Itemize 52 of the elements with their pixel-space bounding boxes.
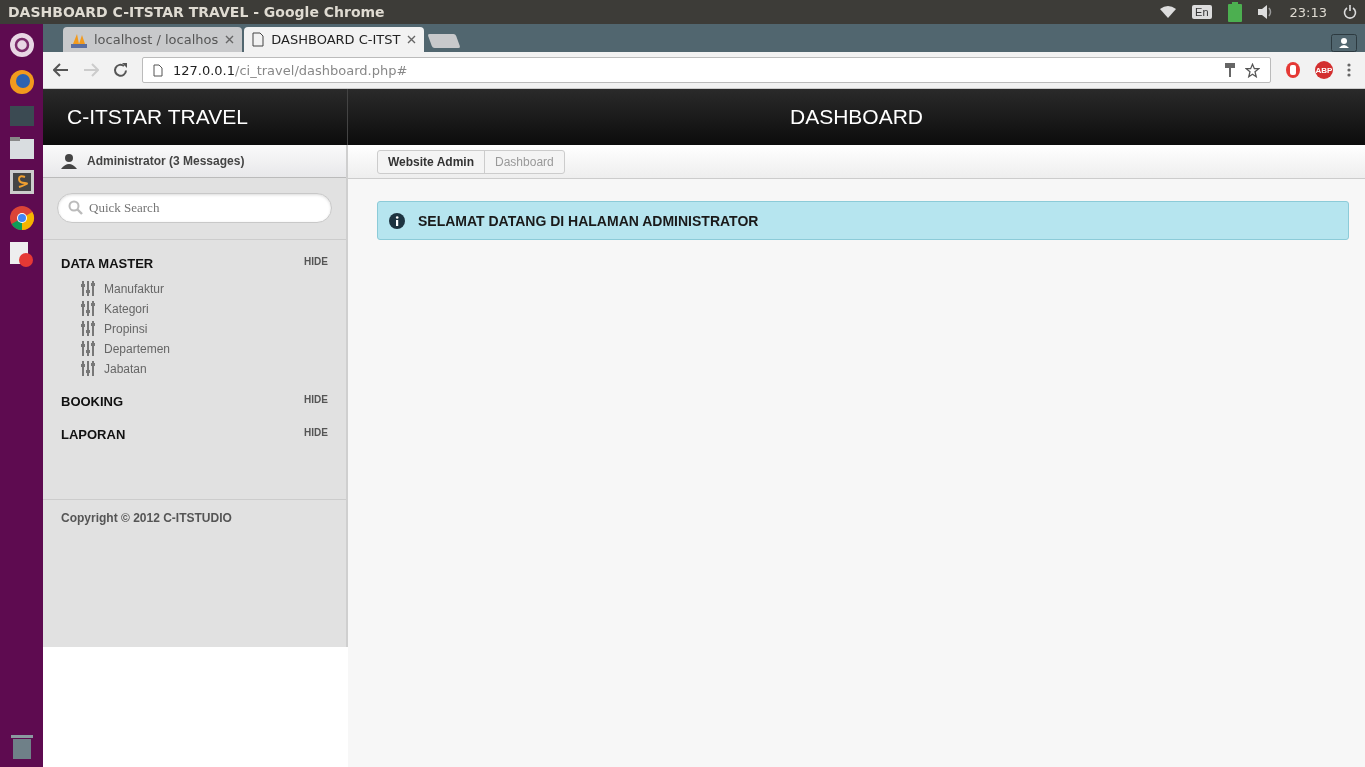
sidebar-item[interactable]: Propinsi <box>104 321 148 336</box>
sliders-icon <box>81 361 95 376</box>
back-arrow-icon[interactable] <box>53 63 69 77</box>
window-title: DASHBOARD C-ITSTAR TRAVEL - Google Chrome <box>8 4 385 20</box>
sliders-icon <box>81 321 95 336</box>
reload-icon[interactable] <box>113 62 128 78</box>
hide-toggle[interactable]: HIDE <box>304 427 328 438</box>
profile-icon[interactable] <box>1331 34 1357 52</box>
close-icon[interactable] <box>407 35 417 44</box>
ubuntu-logo-icon[interactable] <box>8 32 35 58</box>
page-icon <box>153 63 163 77</box>
browser-tab[interactable]: localhost / localhos <box>63 27 243 52</box>
folder-icon[interactable] <box>9 137 34 159</box>
browser-tab[interactable]: DASHBOARD C-ITST <box>244 27 425 52</box>
sliders-icon <box>81 341 95 356</box>
menu-icon[interactable] <box>1347 63 1351 77</box>
power-icon[interactable] <box>1343 5 1357 19</box>
sidebar-item[interactable]: Kategori <box>104 301 149 316</box>
alert-message: SELAMAT DATANG DI HALAMAN ADMINISTRATOR <box>418 212 759 229</box>
text-editor-icon[interactable] <box>9 170 34 194</box>
sidebar-item[interactable]: Jabatan <box>104 361 147 376</box>
user-icon <box>61 153 77 169</box>
trash-icon[interactable] <box>10 735 33 759</box>
new-tab-button[interactable] <box>427 34 461 48</box>
sliders-icon <box>81 301 95 316</box>
search-icon <box>68 200 83 215</box>
firefox-icon[interactable] <box>8 69 35 95</box>
battery-icon[interactable] <box>1227 2 1242 22</box>
section-heading[interactable]: BOOKING <box>61 394 124 409</box>
wifi-icon[interactable] <box>1160 6 1177 18</box>
keyboard-layout-indicator[interactable]: En <box>1192 5 1212 19</box>
copyright-text: Copyright © 2012 C-ITSTUDIO <box>61 511 232 525</box>
adblock-button[interactable]: ABP <box>1315 61 1333 79</box>
document-editor-icon[interactable] <box>9 242 34 268</box>
sidebar-item[interactable]: Manufaktur <box>104 281 165 296</box>
page-title: DASHBOARD <box>789 104 924 130</box>
search-field[interactable]: Quick Search <box>57 193 332 223</box>
volume-icon[interactable] <box>1257 5 1274 19</box>
close-icon[interactable] <box>225 35 235 44</box>
section-heading[interactable]: DATA MASTER <box>61 256 154 271</box>
sliders-icon <box>81 281 95 296</box>
address-bar[interactable]: 127.0.0.1/ci_travel/dashboard.php# <box>142 57 1271 83</box>
breadcrumb-item[interactable]: Website Admin <box>378 150 484 173</box>
section-heading[interactable]: LAPORAN <box>61 427 126 442</box>
hide-toggle[interactable]: HIDE <box>304 394 328 405</box>
sidebar-item[interactable]: Departemen <box>104 341 171 356</box>
info-icon <box>389 212 405 229</box>
star-icon[interactable] <box>1245 62 1260 78</box>
hide-toggle[interactable]: HIDE <box>304 256 328 267</box>
clock[interactable]: 23:13 <box>1289 4 1327 20</box>
chrome-icon[interactable] <box>8 205 35 231</box>
page-icon <box>252 32 265 47</box>
